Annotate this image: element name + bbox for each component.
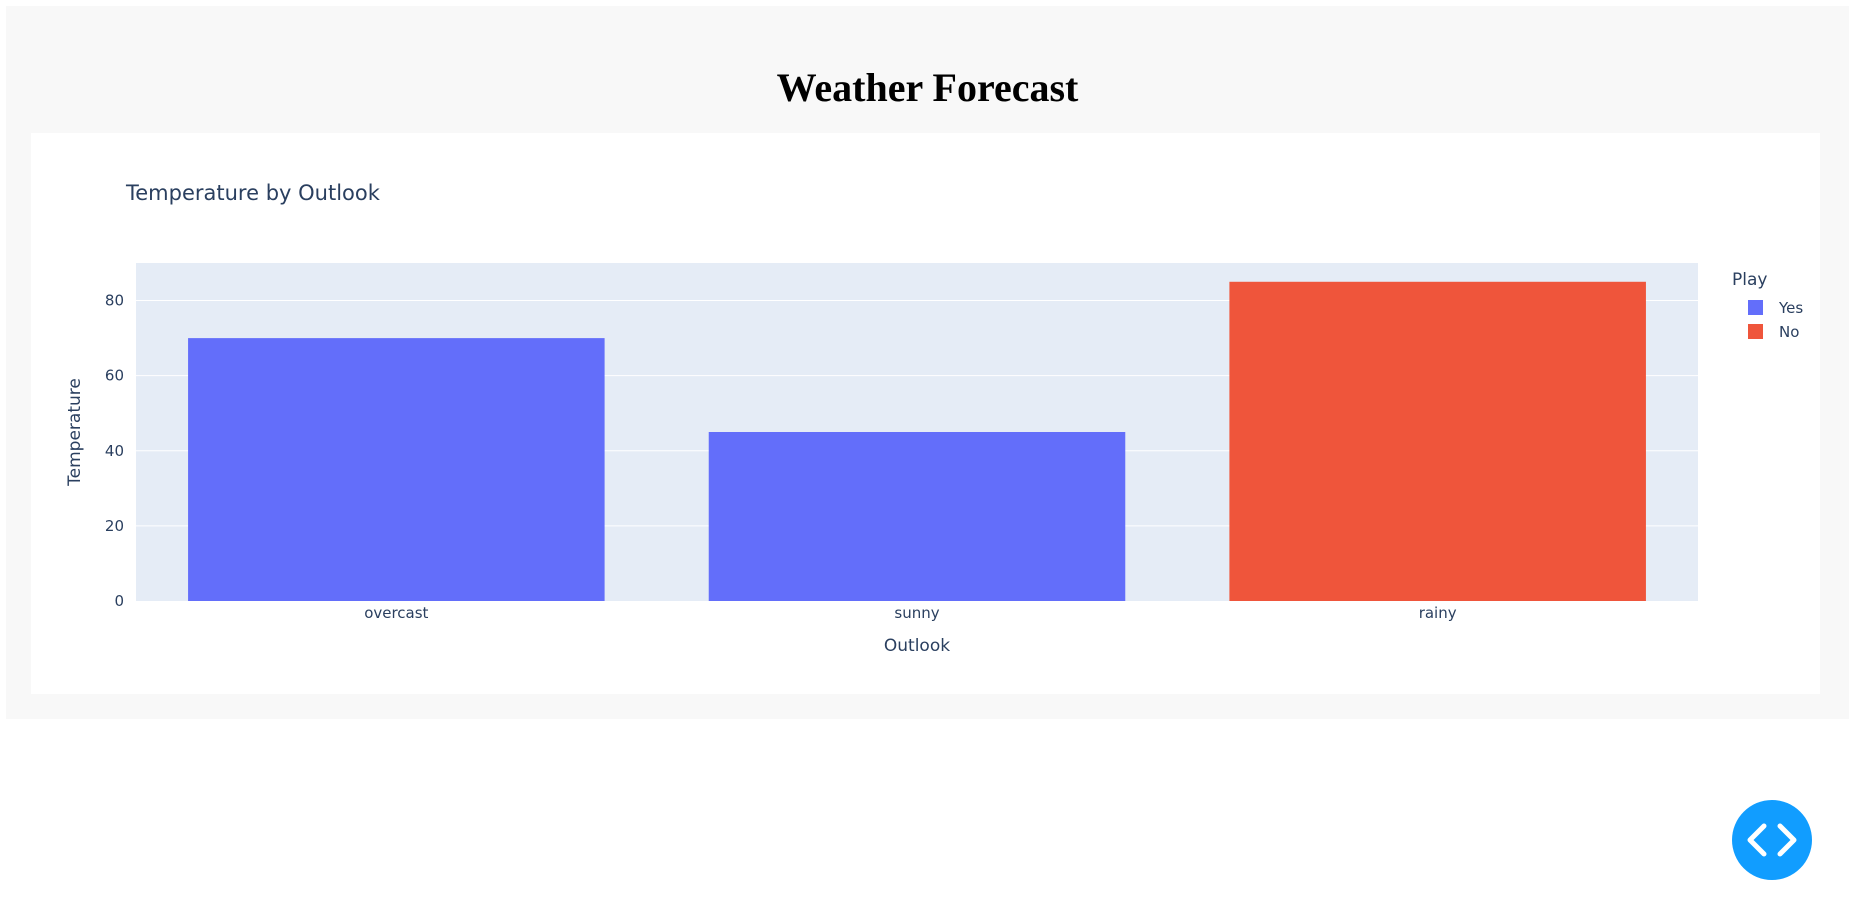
legend-item-no[interactable]: No: [1779, 323, 1799, 341]
legend-item-yes[interactable]: Yes: [1778, 299, 1803, 317]
page-title: Weather Forecast: [776, 65, 1079, 110]
bar-sunny-yes[interactable]: [708, 432, 1126, 601]
legend-title: Play: [1732, 270, 1767, 290]
y-tick-label: 20: [105, 517, 124, 535]
bar-overcast-yes[interactable]: [188, 338, 605, 601]
legend-swatch-yes: [1748, 300, 1763, 315]
chart-title: Temperature by Outlook: [125, 181, 381, 205]
code-brackets-icon: [1747, 823, 1797, 857]
x-axis-ticks: overcast sunny rainy: [364, 604, 1457, 622]
y-tick-label: 0: [114, 592, 124, 610]
chart-card: Temperature by Outlook 0 20 40 60 80 overcas…: [31, 133, 1820, 694]
x-tick-label: overcast: [364, 604, 428, 622]
y-tick-label: 80: [105, 292, 124, 310]
y-axis-title: Temperature: [65, 378, 85, 487]
x-axis-title: Outlook: [884, 636, 950, 656]
y-tick-label: 60: [105, 367, 124, 385]
legend: Play Yes No: [1732, 270, 1803, 341]
page-container: Weather Forecast Temperature by Outlook …: [6, 6, 1849, 719]
y-tick-label: 40: [105, 442, 124, 460]
x-tick-label: sunny: [894, 604, 939, 622]
y-axis-ticks: 0 20 40 60 80: [105, 292, 124, 610]
code-toggle-button[interactable]: [1732, 800, 1812, 880]
bar-rainy-no[interactable]: [1229, 281, 1646, 601]
legend-swatch-no: [1748, 324, 1763, 339]
x-tick-label: rainy: [1419, 604, 1457, 622]
bar-chart[interactable]: Temperature by Outlook 0 20 40 60 80 overcas…: [31, 133, 1820, 694]
